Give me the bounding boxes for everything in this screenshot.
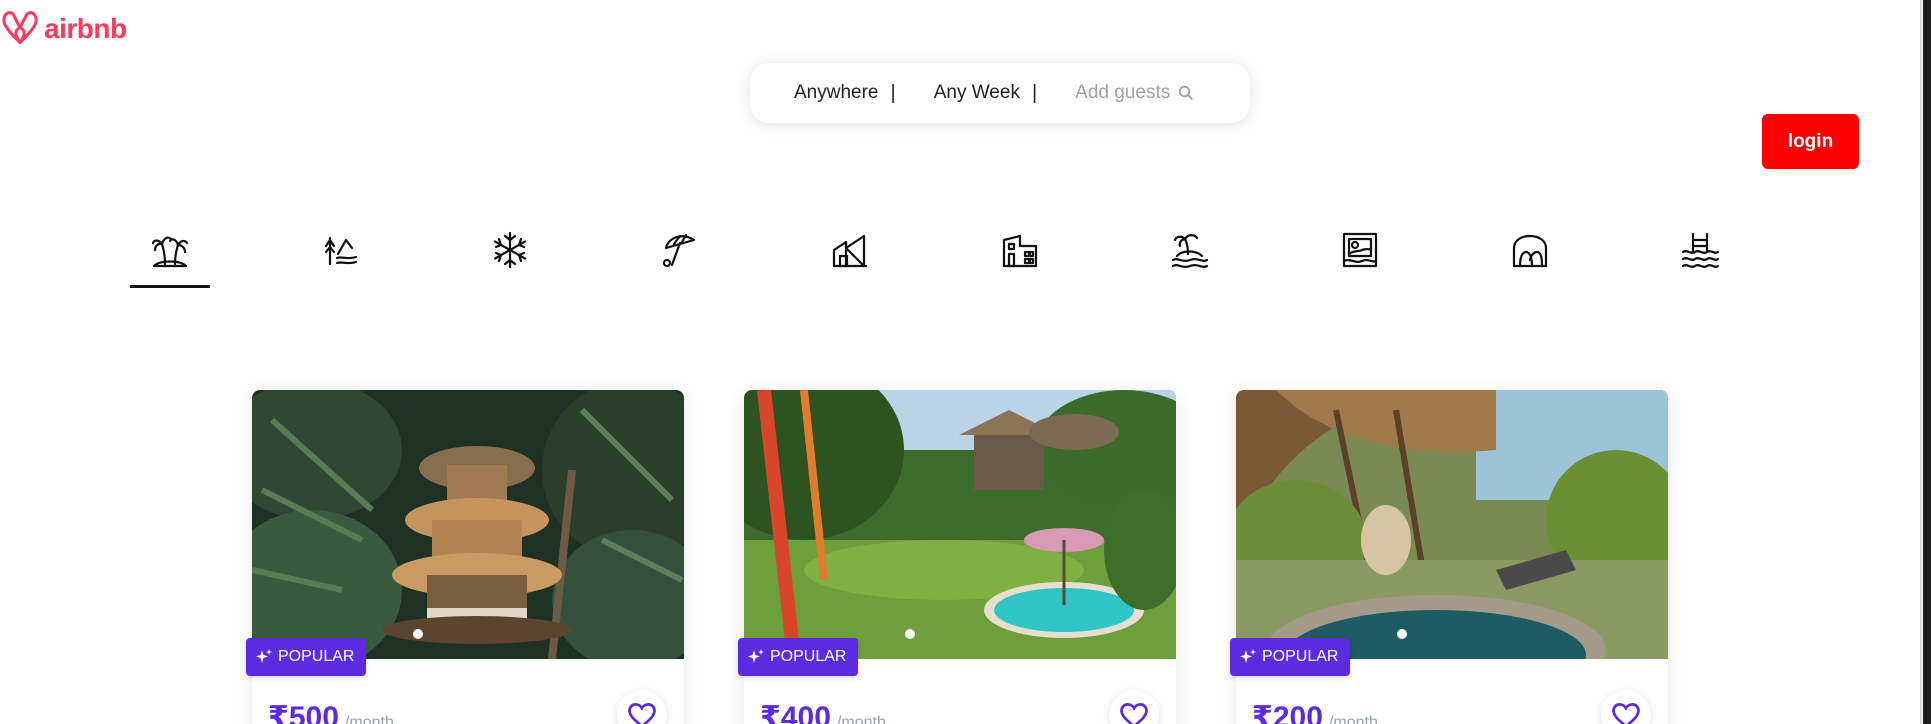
carousel-dot[interactable] — [413, 629, 423, 639]
beach-umbrella-icon — [662, 233, 696, 268]
brand-logo[interactable]: airbnb — [0, 8, 127, 50]
search-icon[interactable] — [1178, 85, 1194, 101]
popular-badge: POPULAR — [246, 638, 367, 676]
login-button[interactable]: login — [1762, 114, 1859, 169]
airbnb-belo-icon — [2, 11, 38, 45]
heart-icon — [1612, 702, 1640, 724]
badge-label: POPULAR — [770, 648, 847, 665]
camping-icon — [1512, 234, 1548, 268]
popular-badge: POPULAR — [738, 638, 859, 676]
sparkle-icon — [256, 649, 272, 663]
price-unit: /month — [1328, 714, 1378, 724]
badge-label: POPULAR — [278, 648, 355, 665]
category-camping[interactable] — [1490, 230, 1570, 288]
window-divider — [1920, 0, 1922, 724]
price-value: ₹400 — [760, 701, 831, 724]
category-townhouse[interactable] — [980, 230, 1060, 288]
category-gallery[interactable] — [1320, 230, 1400, 288]
price-value: ₹500 — [268, 701, 339, 724]
page: airbnb Anywhere | Any Week | Add guests … — [0, 0, 1931, 724]
search-separator: | — [890, 81, 896, 104]
listing-price: ₹400 /month — [760, 700, 886, 724]
price-value: ₹200 — [1252, 701, 1323, 724]
listing-image[interactable] — [744, 390, 1176, 659]
listing-price: ₹200 /month — [1252, 700, 1378, 724]
category-island[interactable] — [1150, 230, 1230, 288]
category-bar — [130, 230, 1730, 290]
lakefront-icon — [324, 236, 358, 266]
search-week[interactable]: Any Week — [934, 82, 1020, 104]
heart-icon — [1120, 702, 1148, 724]
search-bar[interactable]: Anywhere | Any Week | Add guests — [750, 63, 1250, 123]
search-guests[interactable]: Add guests — [1075, 82, 1194, 104]
townhouse-icon — [1002, 234, 1038, 268]
badge-label: POPULAR — [1262, 648, 1339, 665]
category-beach[interactable] — [640, 230, 720, 288]
window-edge — [1923, 0, 1931, 724]
palm-trees-icon — [151, 236, 189, 268]
pool-waves-icon — [1681, 232, 1720, 268]
search-separator: | — [1031, 81, 1038, 104]
category-palm-trees[interactable] — [130, 230, 210, 288]
bamboo-treehouse-photo — [252, 390, 684, 659]
listing-image[interactable] — [1236, 390, 1668, 659]
heart-icon — [628, 702, 656, 724]
category-lakefront[interactable] — [300, 230, 380, 288]
search-location[interactable]: Anywhere — [794, 82, 879, 104]
listing-price: ₹500 /month — [268, 700, 394, 724]
carousel-dot[interactable] — [905, 629, 915, 639]
house-icon — [832, 234, 868, 268]
gallery-icon — [1342, 232, 1378, 268]
category-snow[interactable] — [470, 230, 550, 288]
bamboo-villa-pool-photo — [1236, 390, 1668, 659]
price-unit: /month — [836, 714, 886, 724]
category-pools[interactable] — [1660, 230, 1740, 288]
carousel-dot[interactable] — [1397, 629, 1407, 639]
listing-image[interactable] — [252, 390, 684, 659]
sparkle-icon — [748, 649, 764, 663]
guests-placeholder: Add guests — [1075, 82, 1171, 103]
snowflake-icon — [493, 231, 527, 269]
garden-villa-pool-photo — [744, 390, 1176, 659]
sparkle-icon — [1240, 649, 1256, 663]
brand-name: airbnb — [44, 13, 127, 44]
island-icon — [1171, 234, 1209, 268]
category-house[interactable] — [810, 230, 890, 288]
price-unit: /month — [344, 714, 394, 724]
popular-badge: POPULAR — [1230, 638, 1351, 676]
